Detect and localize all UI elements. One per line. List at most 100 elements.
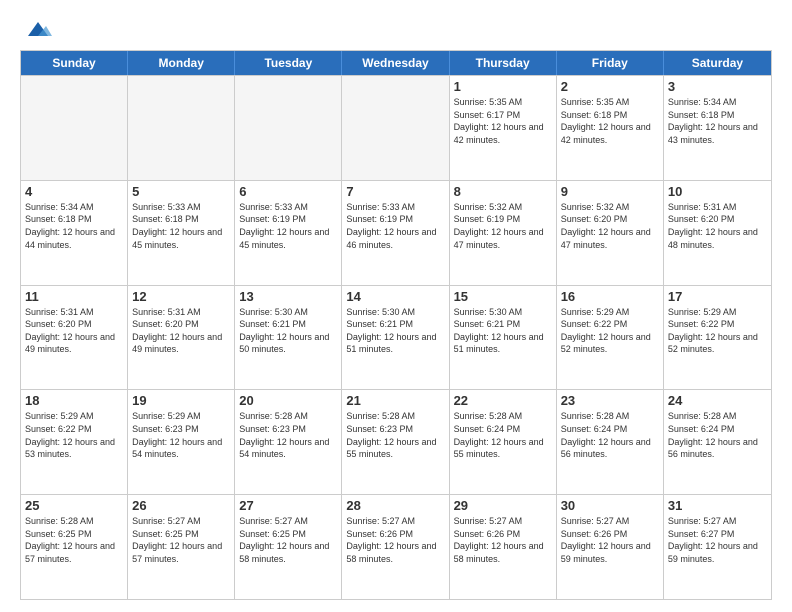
day-info: Sunrise: 5:28 AMSunset: 6:23 PMDaylight:… xyxy=(239,410,337,460)
day-number: 2 xyxy=(561,79,659,94)
day-info: Sunrise: 5:32 AMSunset: 6:19 PMDaylight:… xyxy=(454,201,552,251)
cal-week-1: 1 Sunrise: 5:35 AMSunset: 6:17 PMDaylight… xyxy=(21,75,771,180)
cal-cell: 30 Sunrise: 5:27 AMSunset: 6:26 PMDayligh… xyxy=(557,495,664,599)
day-info: Sunrise: 5:29 AMSunset: 6:22 PMDaylight:… xyxy=(25,410,123,460)
day-info: Sunrise: 5:33 AMSunset: 6:19 PMDaylight:… xyxy=(239,201,337,251)
day-info: Sunrise: 5:31 AMSunset: 6:20 PMDaylight:… xyxy=(668,201,767,251)
day-info: Sunrise: 5:32 AMSunset: 6:20 PMDaylight:… xyxy=(561,201,659,251)
cal-cell: 2 Sunrise: 5:35 AMSunset: 6:18 PMDaylight… xyxy=(557,76,664,180)
day-info: Sunrise: 5:30 AMSunset: 6:21 PMDaylight:… xyxy=(346,306,444,356)
cal-cell: 5Sunrise: 5:33 AMSunset: 6:18 PMDaylight… xyxy=(128,181,235,285)
day-number: 13 xyxy=(239,289,337,304)
day-info: Sunrise: 5:28 AMSunset: 6:25 PMDaylight:… xyxy=(25,515,123,565)
cal-week-5: 25Sunrise: 5:28 AMSunset: 6:25 PMDayligh… xyxy=(21,494,771,599)
cal-header-sunday: Sunday xyxy=(21,51,128,75)
cal-cell xyxy=(342,76,449,180)
day-info: Sunrise: 5:29 AMSunset: 6:22 PMDaylight:… xyxy=(561,306,659,356)
calendar-body: 1 Sunrise: 5:35 AMSunset: 6:17 PMDaylight… xyxy=(21,75,771,599)
cal-cell: 17 Sunrise: 5:29 AMSunset: 6:22 PMDayligh… xyxy=(664,286,771,390)
cal-cell: 11Sunrise: 5:31 AMSunset: 6:20 PMDayligh… xyxy=(21,286,128,390)
day-number: 19 xyxy=(132,393,230,408)
day-info: Sunrise: 5:27 AMSunset: 6:26 PMDaylight:… xyxy=(454,515,552,565)
day-number: 26 xyxy=(132,498,230,513)
cal-cell: 15 Sunrise: 5:30 AMSunset: 6:21 PMDayligh… xyxy=(450,286,557,390)
day-number: 9 xyxy=(561,184,659,199)
day-number: 20 xyxy=(239,393,337,408)
cal-cell: 28 Sunrise: 5:27 AMSunset: 6:26 PMDayligh… xyxy=(342,495,449,599)
cal-cell: 19 Sunrise: 5:29 AMSunset: 6:23 PMDayligh… xyxy=(128,390,235,494)
day-number: 27 xyxy=(239,498,337,513)
day-number: 31 xyxy=(668,498,767,513)
cal-cell: 4Sunrise: 5:34 AMSunset: 6:18 PMDaylight… xyxy=(21,181,128,285)
day-number: 29 xyxy=(454,498,552,513)
cal-cell: 8Sunrise: 5:32 AMSunset: 6:19 PMDaylight… xyxy=(450,181,557,285)
day-number: 17 xyxy=(668,289,767,304)
cal-week-4: 18 Sunrise: 5:29 AMSunset: 6:22 PMDayligh… xyxy=(21,389,771,494)
day-number: 11 xyxy=(25,289,123,304)
cal-cell: 24 Sunrise: 5:28 AMSunset: 6:24 PMDayligh… xyxy=(664,390,771,494)
cal-header-monday: Monday xyxy=(128,51,235,75)
cal-cell: 7 Sunrise: 5:33 AMSunset: 6:19 PMDaylight… xyxy=(342,181,449,285)
cal-cell: 20 Sunrise: 5:28 AMSunset: 6:23 PMDayligh… xyxy=(235,390,342,494)
day-number: 21 xyxy=(346,393,444,408)
day-info: Sunrise: 5:34 AMSunset: 6:18 PMDaylight:… xyxy=(668,96,767,146)
cal-cell: 13 Sunrise: 5:30 AMSunset: 6:21 PMDayligh… xyxy=(235,286,342,390)
cal-cell: 16 Sunrise: 5:29 AMSunset: 6:22 PMDayligh… xyxy=(557,286,664,390)
day-info: Sunrise: 5:27 AMSunset: 6:26 PMDaylight:… xyxy=(346,515,444,565)
day-info: Sunrise: 5:28 AMSunset: 6:23 PMDaylight:… xyxy=(346,410,444,460)
cal-header-friday: Friday xyxy=(557,51,664,75)
day-info: Sunrise: 5:30 AMSunset: 6:21 PMDaylight:… xyxy=(239,306,337,356)
cal-cell: 23Sunrise: 5:28 AMSunset: 6:24 PMDayligh… xyxy=(557,390,664,494)
day-number: 1 xyxy=(454,79,552,94)
day-number: 23 xyxy=(561,393,659,408)
day-info: Sunrise: 5:29 AMSunset: 6:22 PMDaylight:… xyxy=(668,306,767,356)
cal-header-thursday: Thursday xyxy=(450,51,557,75)
day-number: 5 xyxy=(132,184,230,199)
cal-cell: 9 Sunrise: 5:32 AMSunset: 6:20 PMDaylight… xyxy=(557,181,664,285)
cal-cell xyxy=(128,76,235,180)
day-number: 30 xyxy=(561,498,659,513)
day-info: Sunrise: 5:27 AMSunset: 6:25 PMDaylight:… xyxy=(132,515,230,565)
day-number: 4 xyxy=(25,184,123,199)
day-info: Sunrise: 5:35 AMSunset: 6:17 PMDaylight:… xyxy=(454,96,552,146)
day-number: 3 xyxy=(668,79,767,94)
day-info: Sunrise: 5:33 AMSunset: 6:19 PMDaylight:… xyxy=(346,201,444,251)
day-number: 15 xyxy=(454,289,552,304)
cal-cell: 21 Sunrise: 5:28 AMSunset: 6:23 PMDayligh… xyxy=(342,390,449,494)
cal-cell: 6Sunrise: 5:33 AMSunset: 6:19 PMDaylight… xyxy=(235,181,342,285)
cal-cell: 22 Sunrise: 5:28 AMSunset: 6:24 PMDayligh… xyxy=(450,390,557,494)
cal-cell: 10 Sunrise: 5:31 AMSunset: 6:20 PMDayligh… xyxy=(664,181,771,285)
day-info: Sunrise: 5:27 AMSunset: 6:26 PMDaylight:… xyxy=(561,515,659,565)
calendar: SundayMondayTuesdayWednesdayThursdayFrid… xyxy=(20,50,772,600)
header xyxy=(20,16,772,40)
day-number: 28 xyxy=(346,498,444,513)
cal-cell: 1 Sunrise: 5:35 AMSunset: 6:17 PMDaylight… xyxy=(450,76,557,180)
day-info: Sunrise: 5:28 AMSunset: 6:24 PMDaylight:… xyxy=(668,410,767,460)
cal-cell: 27 Sunrise: 5:27 AMSunset: 6:25 PMDayligh… xyxy=(235,495,342,599)
cal-cell xyxy=(21,76,128,180)
day-info: Sunrise: 5:29 AMSunset: 6:23 PMDaylight:… xyxy=(132,410,230,460)
day-number: 7 xyxy=(346,184,444,199)
cal-cell: 3 Sunrise: 5:34 AMSunset: 6:18 PMDaylight… xyxy=(664,76,771,180)
day-info: Sunrise: 5:27 AMSunset: 6:25 PMDaylight:… xyxy=(239,515,337,565)
day-info: Sunrise: 5:27 AMSunset: 6:27 PMDaylight:… xyxy=(668,515,767,565)
logo-icon xyxy=(24,18,52,40)
day-info: Sunrise: 5:30 AMSunset: 6:21 PMDaylight:… xyxy=(454,306,552,356)
cal-cell: 18 Sunrise: 5:29 AMSunset: 6:22 PMDayligh… xyxy=(21,390,128,494)
cal-cell xyxy=(235,76,342,180)
cal-header-tuesday: Tuesday xyxy=(235,51,342,75)
day-number: 10 xyxy=(668,184,767,199)
cal-cell: 31 Sunrise: 5:27 AMSunset: 6:27 PMDayligh… xyxy=(664,495,771,599)
calendar-header-row: SundayMondayTuesdayWednesdayThursdayFrid… xyxy=(21,51,771,75)
day-number: 12 xyxy=(132,289,230,304)
day-number: 24 xyxy=(668,393,767,408)
day-number: 16 xyxy=(561,289,659,304)
day-info: Sunrise: 5:28 AMSunset: 6:24 PMDaylight:… xyxy=(454,410,552,460)
day-number: 22 xyxy=(454,393,552,408)
cal-cell: 25Sunrise: 5:28 AMSunset: 6:25 PMDayligh… xyxy=(21,495,128,599)
day-number: 18 xyxy=(25,393,123,408)
cal-week-2: 4Sunrise: 5:34 AMSunset: 6:18 PMDaylight… xyxy=(21,180,771,285)
page: SundayMondayTuesdayWednesdayThursdayFrid… xyxy=(0,0,792,612)
cal-cell: 12Sunrise: 5:31 AMSunset: 6:20 PMDayligh… xyxy=(128,286,235,390)
day-info: Sunrise: 5:35 AMSunset: 6:18 PMDaylight:… xyxy=(561,96,659,146)
